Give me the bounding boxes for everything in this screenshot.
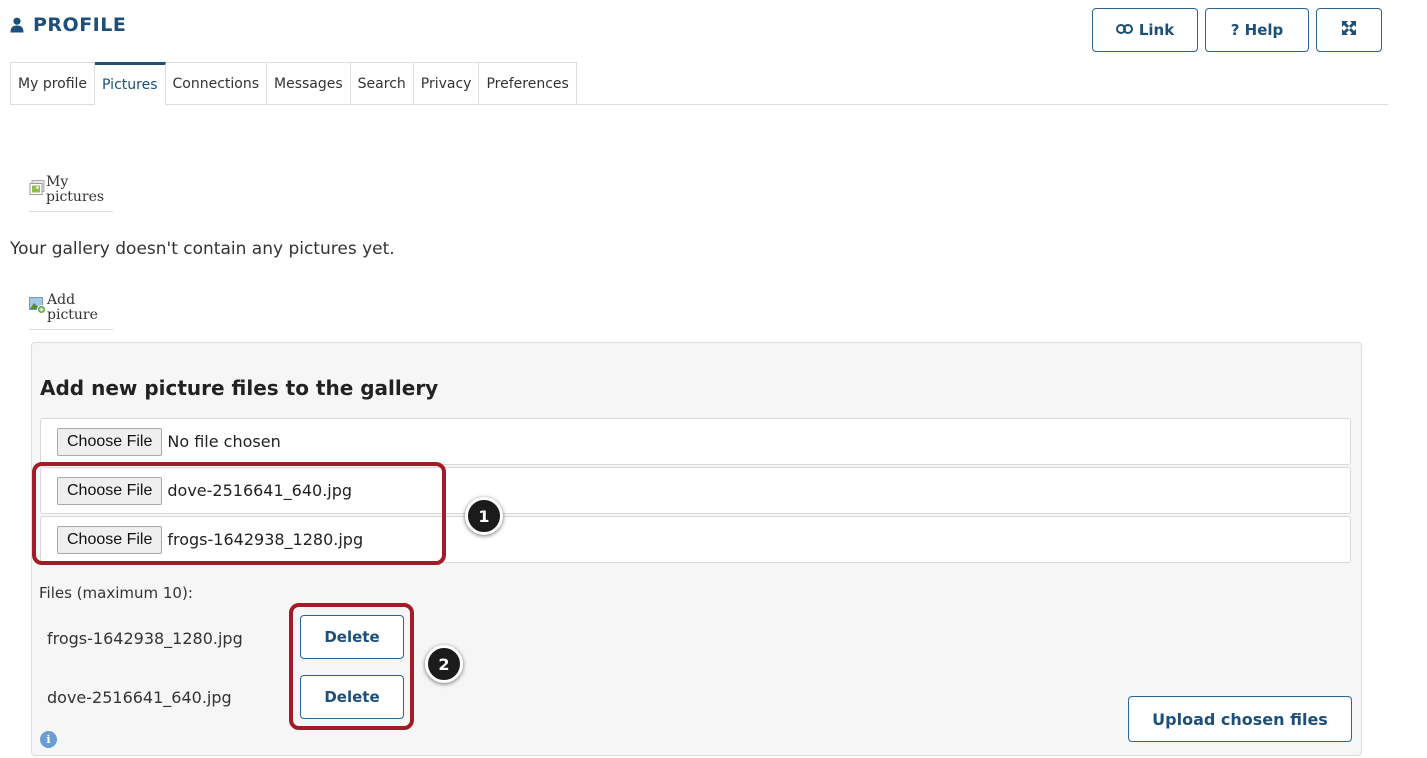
add-picture-link[interactable]: Add picture xyxy=(29,293,98,323)
tab-connections[interactable]: Connections xyxy=(165,62,268,105)
pictures-icon xyxy=(29,180,45,200)
choose-file-button[interactable]: Choose File xyxy=(57,427,163,456)
file-input-row: Choose File No file chosen xyxy=(40,418,1351,465)
queued-file-name: dove-2516641_640.jpg xyxy=(47,688,232,707)
help-label: ? Help xyxy=(1230,21,1284,39)
fullscreen-button[interactable] xyxy=(1316,8,1382,52)
tab-search[interactable]: Search xyxy=(350,62,414,105)
empty-gallery-message: Your gallery doesn't contain any picture… xyxy=(10,239,395,259)
link-label: Link xyxy=(1138,21,1175,39)
queued-file-name: frogs-1642938_1280.jpg xyxy=(47,629,243,648)
tab-pictures[interactable]: Pictures xyxy=(95,62,166,106)
tab-my-profile[interactable]: My profile xyxy=(10,62,96,105)
divider xyxy=(29,211,113,212)
files-count-label: Files (maximum 10): xyxy=(39,584,193,602)
page-title: PROFILE xyxy=(33,14,127,36)
my-pictures-label: My pictures xyxy=(46,174,105,205)
divider xyxy=(29,329,113,330)
tab-privacy[interactable]: Privacy xyxy=(413,62,480,105)
tab-messages[interactable]: Messages xyxy=(267,62,351,105)
expand-icon xyxy=(1341,20,1357,40)
page-header: PROFILE xyxy=(10,14,126,36)
link-icon xyxy=(1115,21,1133,39)
upload-panel-title: Add new picture files to the gallery xyxy=(40,376,439,400)
profile-tabs: My profile Pictures Connections Messages… xyxy=(10,62,577,106)
callout-1: 1 xyxy=(465,497,503,535)
tab-preferences[interactable]: Preferences xyxy=(479,62,577,105)
callout-2: 2 xyxy=(425,645,463,683)
chosen-file-name: No file chosen xyxy=(167,432,281,451)
add-picture-label: Add picture xyxy=(47,292,98,323)
user-icon xyxy=(10,17,24,33)
my-pictures-link[interactable]: My pictures xyxy=(29,175,104,205)
link-button[interactable]: Link xyxy=(1092,8,1198,52)
add-picture-icon xyxy=(29,297,46,318)
upload-chosen-files-button[interactable]: Upload chosen files xyxy=(1128,696,1352,742)
highlight-box-delete-buttons xyxy=(289,603,414,730)
info-icon[interactable]: i xyxy=(40,731,57,748)
help-button[interactable]: ? Help xyxy=(1205,8,1309,52)
highlight-box-file-inputs xyxy=(32,462,446,565)
